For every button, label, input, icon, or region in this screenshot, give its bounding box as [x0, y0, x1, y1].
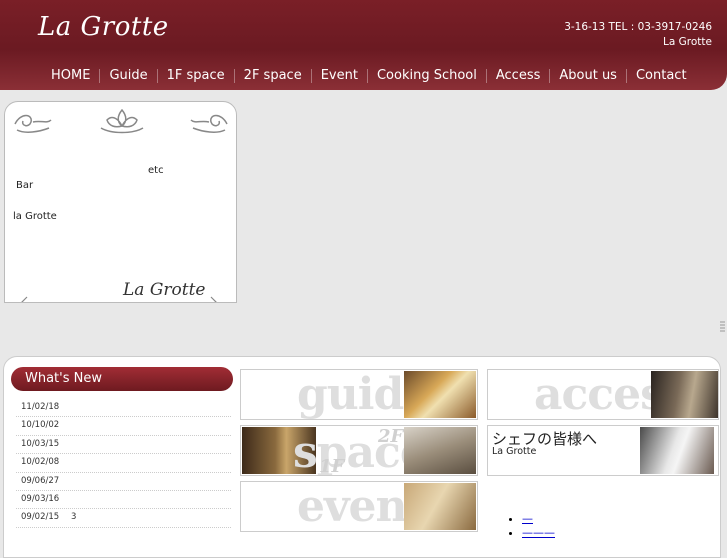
news-text: 3 — [71, 512, 77, 523]
access-photo — [651, 371, 718, 418]
site-logo[interactable]: La Grotte — [38, 12, 169, 42]
nav-cooking-school[interactable]: Cooking School — [368, 69, 487, 83]
chef-panel[interactable]: シェフの皆様へ La Grotte — [487, 425, 719, 476]
news-date: 10/02/08 — [21, 457, 60, 468]
news-item[interactable]: 09/06/27 — [16, 473, 231, 491]
space-1f-label: 1F — [319, 456, 345, 476]
chef-photo — [640, 427, 714, 474]
ornament-right-icon — [190, 114, 228, 133]
news-list: 11/02/18 10/10/02 10/03/15 10/02/08 09/0… — [16, 399, 231, 528]
nav-event[interactable]: Event — [312, 69, 368, 83]
news-item[interactable]: 11/02/18 — [16, 399, 231, 418]
ornament-left-icon — [14, 114, 52, 133]
news-item[interactable]: 10/03/15 — [16, 436, 231, 455]
news-date: 10/03/15 — [21, 438, 60, 449]
news-item[interactable]: 10/02/08 — [16, 454, 231, 473]
main-nav: HOME Guide 1F space 2F space Event Cooki… — [42, 65, 696, 87]
header-name: La Grotte — [663, 36, 712, 48]
news-date: 09/02/15 — [21, 512, 60, 523]
intro-text-bar: Bar — [16, 180, 34, 191]
ornament-center-icon — [100, 108, 144, 134]
news-date: 11/02/18 — [21, 402, 60, 412]
news-item[interactable]: 09/03/16 — [16, 491, 231, 510]
ornament-bottom-icon — [21, 296, 217, 302]
guide-photo — [404, 371, 476, 418]
nav-contact[interactable]: Contact — [627, 69, 696, 83]
news-date: 09/03/16 — [21, 493, 60, 504]
nav-guide[interactable]: Guide — [100, 69, 158, 83]
header-contact-info: 3-16-13 TEL : 03-3917-0246 La Grotte — [564, 20, 712, 50]
resize-grip-icon[interactable] — [719, 320, 726, 334]
intro-text-etc: etc — [148, 165, 164, 176]
space-panel[interactable]: space 2F 1F — [240, 425, 478, 476]
news-date: 10/10/02 — [21, 420, 60, 431]
space-2f-label: 2F — [378, 426, 404, 447]
footer-link-item: — — [522, 512, 555, 526]
whats-new-header: What's New — [11, 367, 233, 391]
guide-panel[interactable]: guide — [240, 369, 478, 420]
nav-1f-space[interactable]: 1F space — [158, 69, 235, 83]
footer-link-item: ——— — [522, 526, 555, 540]
footer-links: — ——— — [506, 512, 555, 540]
nav-access[interactable]: Access — [487, 69, 551, 83]
news-date: 09/06/27 — [21, 475, 60, 486]
space-2f-photo — [404, 427, 476, 474]
intro-text-name: la Grotte — [13, 211, 57, 222]
news-item[interactable]: 10/10/02 — [16, 417, 231, 436]
header: La Grotte 3-16-13 TEL : 03-3917-0246 La … — [0, 0, 727, 90]
intro-box: etc Bar la Grotte La Grotte — [4, 101, 237, 303]
header-address: 3-16-13 TEL : 03-3917-0246 — [564, 21, 712, 33]
news-item[interactable]: 09/02/15 3 — [16, 509, 231, 528]
nav-about-us[interactable]: About us — [550, 69, 627, 83]
event-panel[interactable]: event — [240, 481, 478, 532]
footer-link[interactable]: ——— — [522, 526, 555, 540]
nav-2f-space[interactable]: 2F space — [235, 69, 312, 83]
footer-link[interactable]: — — [522, 512, 533, 526]
event-photo — [404, 483, 476, 530]
chef-subtitle: La Grotte — [492, 446, 537, 457]
nav-home[interactable]: HOME — [42, 69, 101, 83]
access-panel[interactable]: access — [487, 369, 719, 420]
